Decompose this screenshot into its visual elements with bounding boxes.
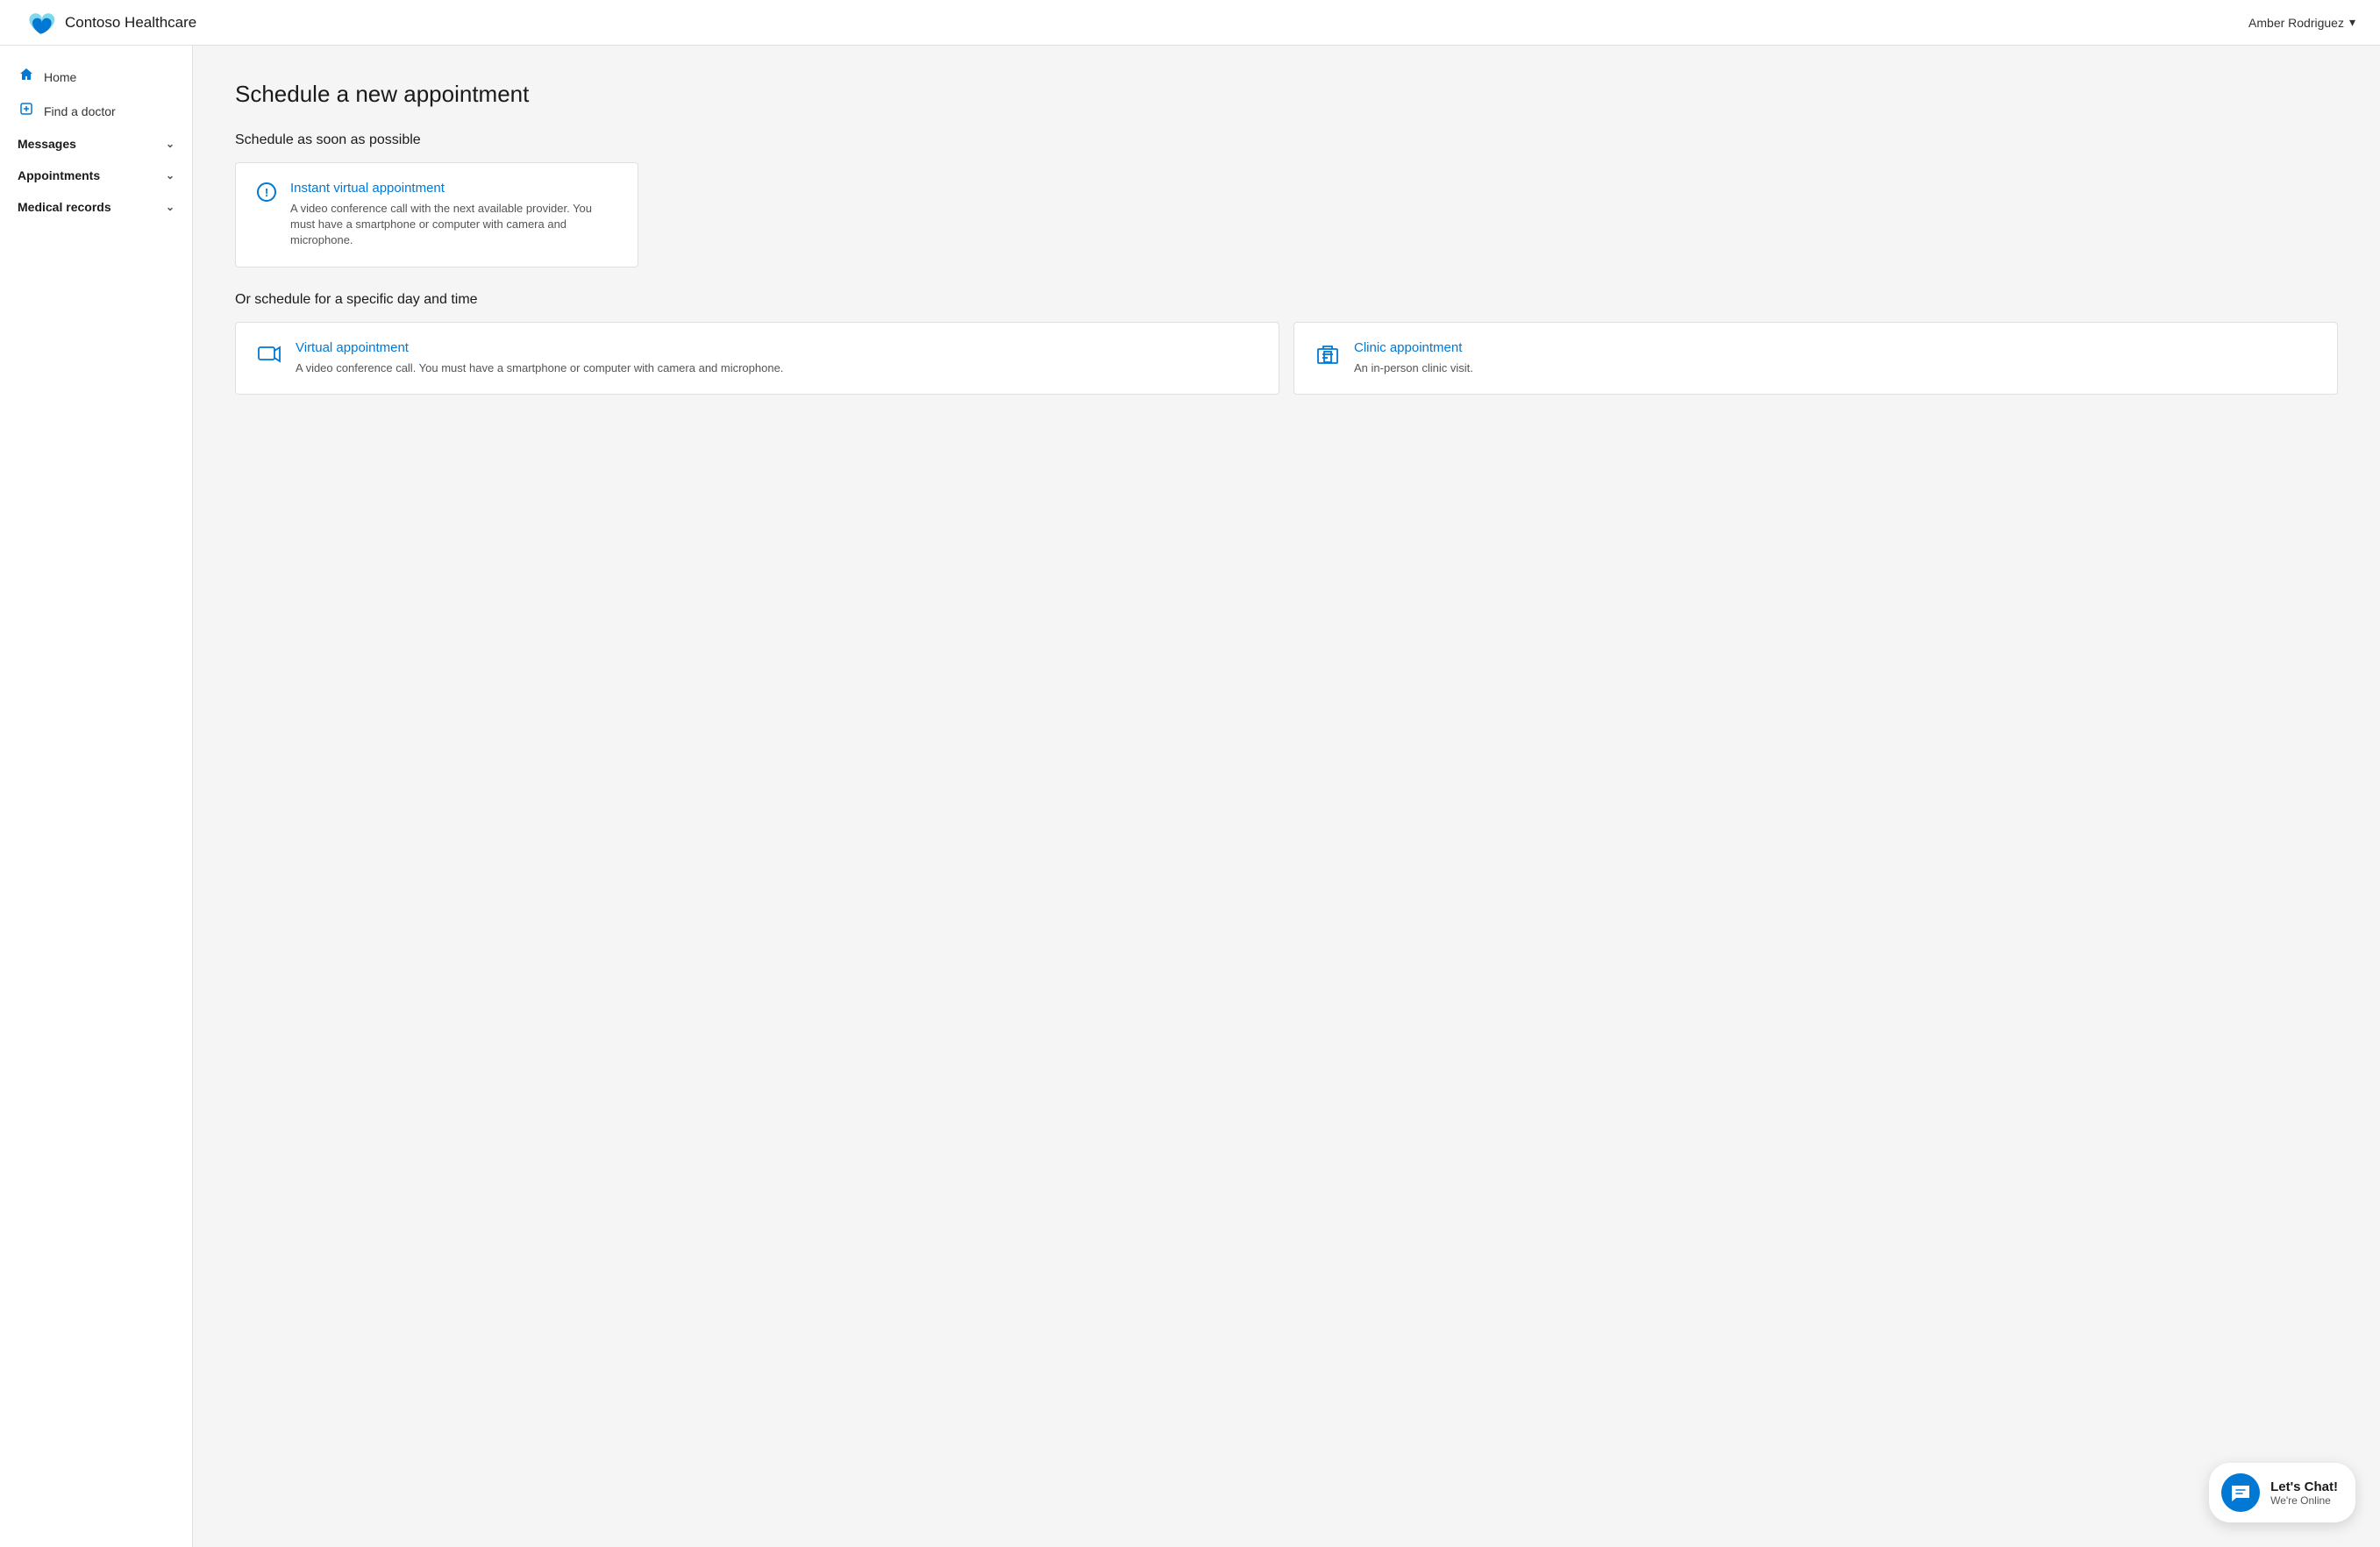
svg-text:!: !: [265, 186, 268, 199]
virtual-appointment-card[interactable]: Virtual appointment A video conference c…: [235, 322, 1279, 395]
virtual-appointment-icon: [257, 342, 281, 372]
logo-area: Contoso Healthcare: [25, 7, 196, 39]
sidebar-item-appointments[interactable]: Appointments ⌄: [0, 160, 192, 191]
instant-appointment-card[interactable]: ! Instant virtual appointment A video co…: [235, 162, 638, 267]
medical-records-chevron-icon: ⌄: [166, 201, 175, 213]
clinic-card-desc: An in-person clinic visit.: [1354, 360, 1473, 376]
chat-text: Let's Chat! We're Online: [2270, 1479, 2338, 1507]
sidebar-find-doctor-label: Find a doctor: [44, 104, 116, 118]
sidebar-appointments-label: Appointments: [18, 168, 100, 182]
main-content: Schedule a new appointment Schedule as s…: [193, 46, 2380, 1547]
section-specific-title: Or schedule for a specific day and time: [235, 292, 2338, 308]
sidebar: Home Find a doctor Messages ⌄ Appointmen…: [0, 46, 193, 1547]
app-layout: Home Find a doctor Messages ⌄ Appointmen…: [0, 46, 2380, 1547]
instant-card-title: Instant virtual appointment: [290, 181, 616, 196]
sidebar-item-messages[interactable]: Messages ⌄: [0, 128, 192, 160]
app-header: Contoso Healthcare Amber Rodriguez ▾: [0, 0, 2380, 46]
app-name: Contoso Healthcare: [65, 14, 196, 32]
sidebar-item-home[interactable]: Home: [0, 60, 192, 94]
clinic-appointment-card[interactable]: Clinic appointment An in-person clinic v…: [1293, 322, 2338, 395]
sidebar-medical-records-label: Medical records: [18, 200, 111, 214]
page-title: Schedule a new appointment: [235, 81, 2338, 108]
sidebar-messages-label: Messages: [18, 137, 76, 151]
instant-card-content: Instant virtual appointment A video conf…: [290, 181, 616, 249]
instant-card-desc: A video conference call with the next av…: [290, 201, 616, 249]
scheduled-cards-row: Virtual appointment A video conference c…: [235, 322, 2338, 395]
chat-icon: [2221, 1473, 2260, 1512]
chat-title: Let's Chat!: [2270, 1479, 2338, 1494]
sidebar-home-label: Home: [44, 70, 76, 84]
virtual-card-title: Virtual appointment: [296, 340, 783, 355]
user-menu[interactable]: Amber Rodriguez ▾: [2248, 15, 2355, 30]
virtual-card-desc: A video conference call. You must have a…: [296, 360, 783, 376]
chat-subtitle: We're Online: [2270, 1494, 2338, 1507]
section-asap-title: Schedule as soon as possible: [235, 132, 2338, 148]
virtual-card-content: Virtual appointment A video conference c…: [296, 340, 783, 376]
sidebar-item-medical-records[interactable]: Medical records ⌄: [0, 191, 192, 223]
sidebar-item-find-doctor[interactable]: Find a doctor: [0, 94, 192, 128]
appointments-chevron-icon: ⌄: [166, 169, 175, 182]
home-icon: [18, 68, 35, 86]
clinic-card-content: Clinic appointment An in-person clinic v…: [1354, 340, 1473, 376]
instant-icon: !: [257, 182, 276, 207]
clinic-appointment-icon: [1315, 342, 1340, 372]
clinic-card-title: Clinic appointment: [1354, 340, 1473, 355]
chat-widget[interactable]: Let's Chat! We're Online: [2209, 1463, 2355, 1522]
user-name: Amber Rodriguez: [2248, 16, 2344, 30]
user-dropdown-icon: ▾: [2349, 15, 2355, 30]
messages-chevron-icon: ⌄: [166, 138, 175, 150]
find-doctor-icon: [18, 102, 35, 120]
app-logo-icon: [25, 7, 56, 39]
